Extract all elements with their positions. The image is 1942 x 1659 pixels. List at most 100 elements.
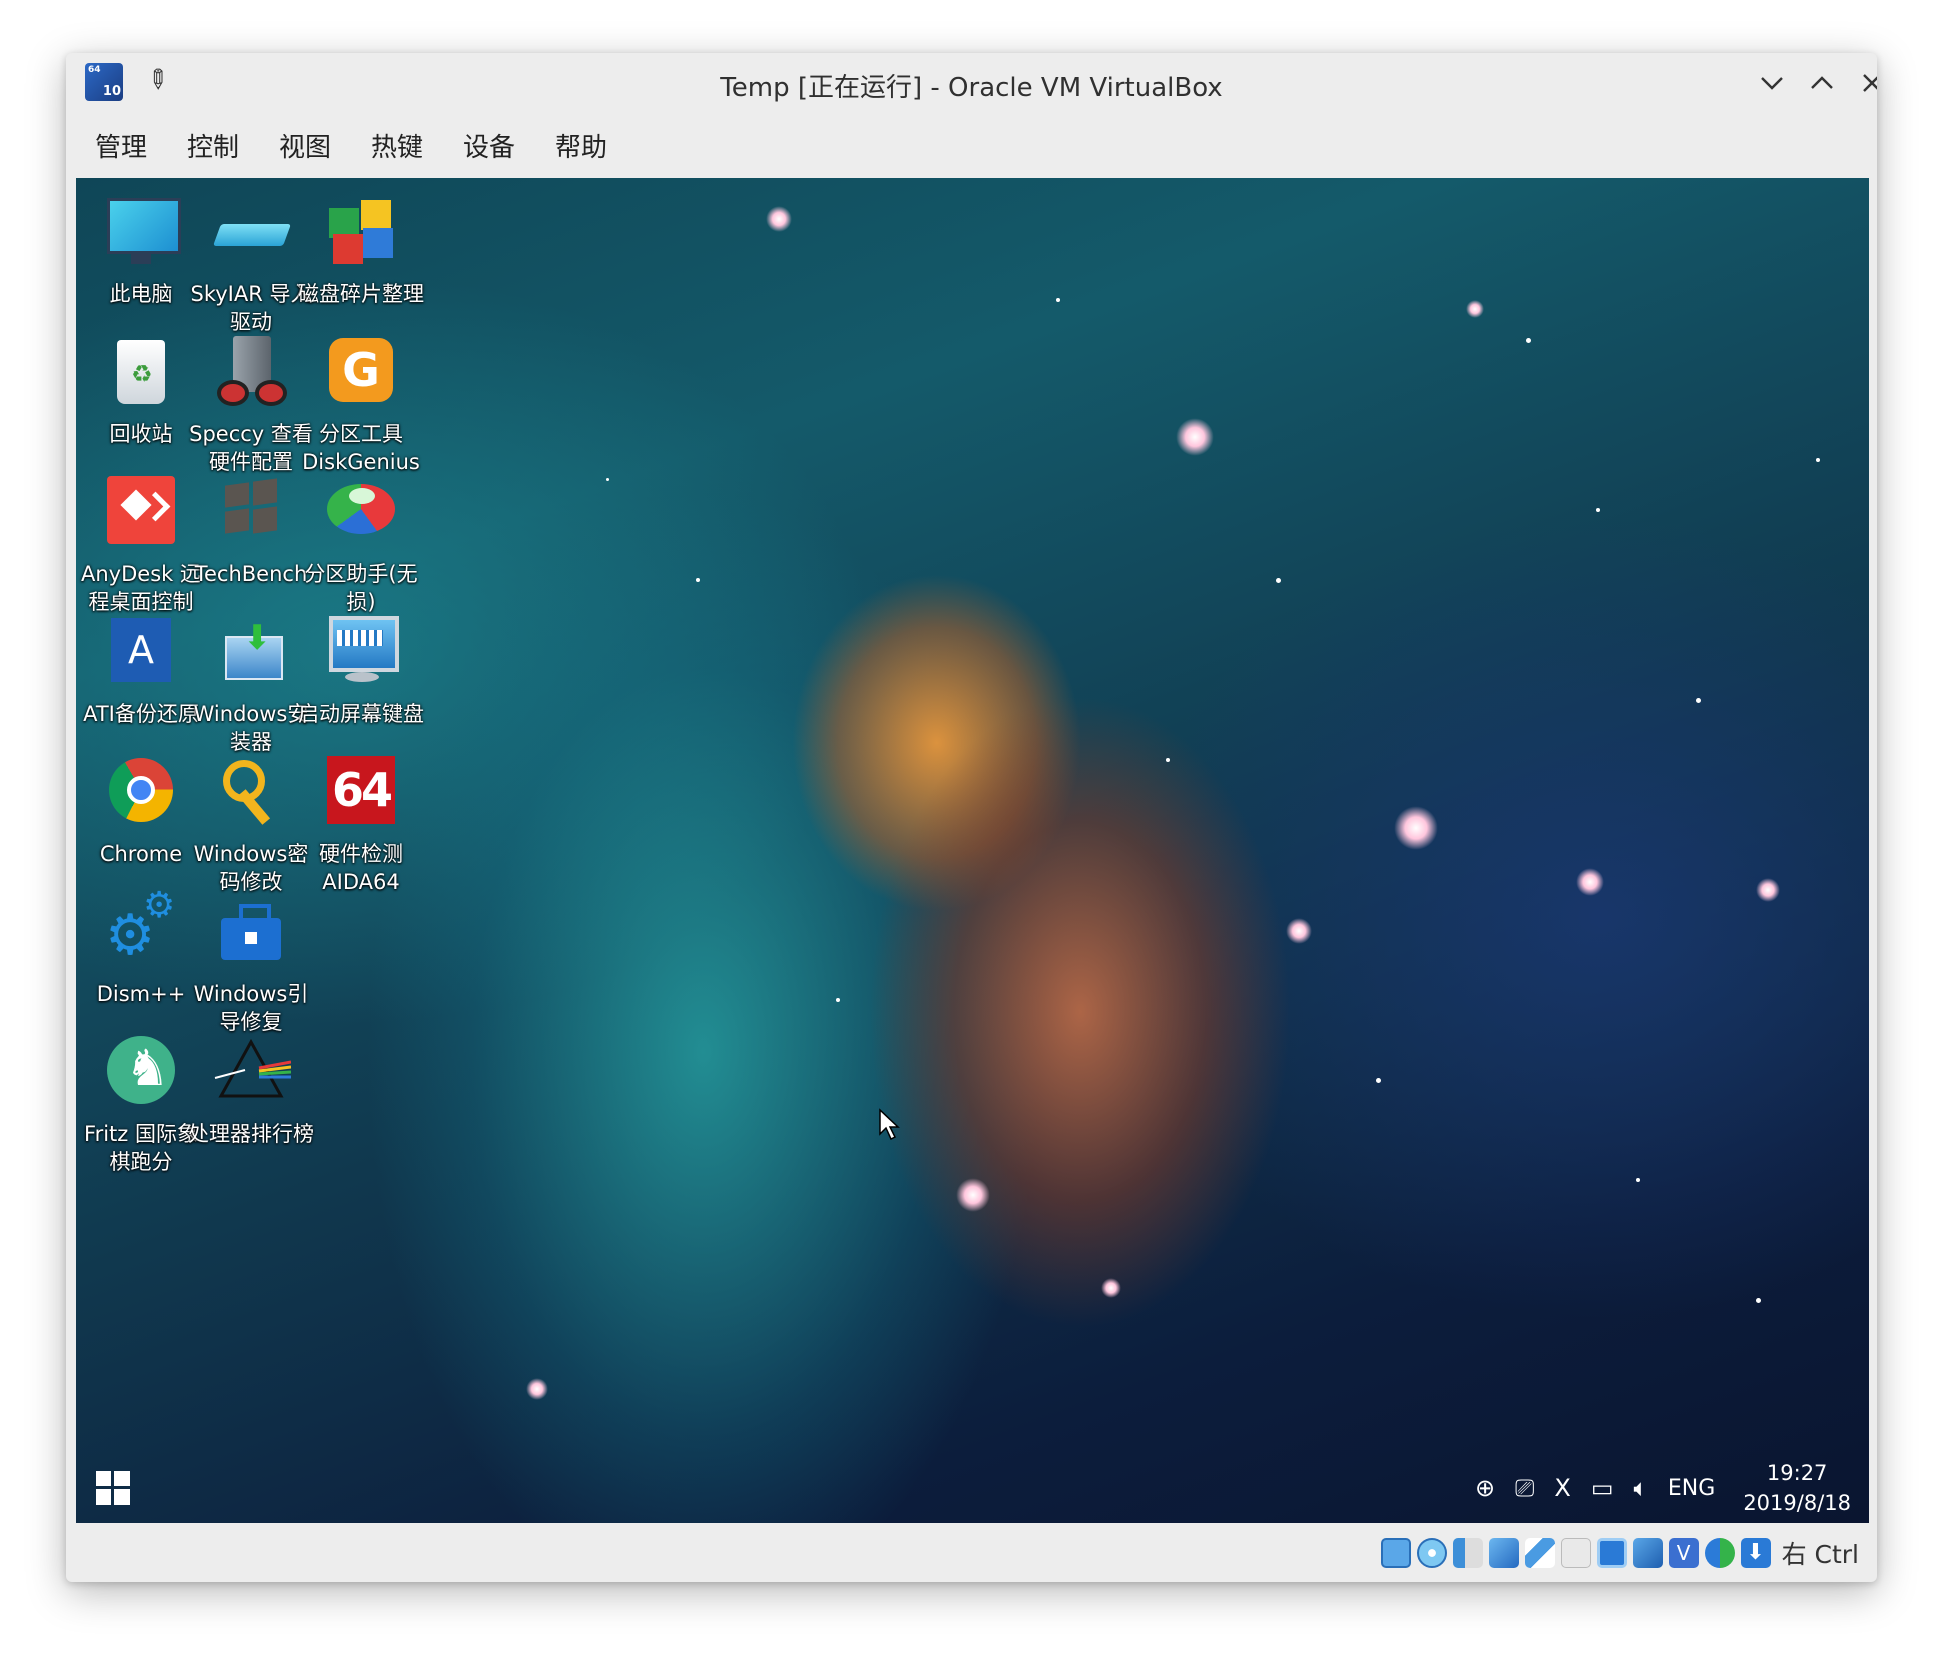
hard-disk-icon[interactable] xyxy=(1380,1538,1411,1568)
menu-control[interactable]: 控制 xyxy=(187,127,239,164)
volume-icon[interactable]: 🔈︎ xyxy=(1634,1474,1648,1502)
nebula-star xyxy=(1166,758,1170,762)
speccy-icon xyxy=(211,334,291,414)
recycle-bin-icon: ♻ xyxy=(101,334,181,414)
download-arrow-icon[interactable]: ⬇ xyxy=(1740,1538,1771,1568)
desktop-icon-label: 分区工具 DiskGenius xyxy=(302,422,420,474)
onscreen-keyboard-icon xyxy=(321,614,401,694)
menu-help[interactable]: 帮助 xyxy=(555,127,607,164)
device-status-icons: V ⬇ 右 Ctrl xyxy=(1378,1535,1859,1571)
virtualbox-window: 64 10 ✎ Temp [正在运行] - Oracle VM VirtualB… xyxy=(66,53,1877,1582)
prism-icon xyxy=(211,1034,292,1114)
nebula-star xyxy=(1596,508,1600,512)
fritz-chess-icon: ♞ xyxy=(101,1034,181,1114)
nebula-star xyxy=(1816,458,1820,462)
desktop-icon-diskgenius[interactable]: G 分区工具 DiskGenius xyxy=(296,334,426,476)
battery-icon[interactable]: ▭ xyxy=(1591,1474,1614,1502)
nebula-star xyxy=(1286,918,1312,944)
status-bar: V ⬇ 右 Ctrl xyxy=(66,1525,1877,1581)
boot-repair-toolbox-icon xyxy=(211,894,291,974)
vm-display[interactable]: 此电脑 SkyIAR 导入 驱动 磁盘碎片整理 ♻ 回收站 Speccy 查看 … xyxy=(76,178,1869,1523)
chrome-icon xyxy=(101,754,181,834)
nebula-star xyxy=(1101,1278,1121,1298)
windows-taskbar: ⊕ ⎚ Ⅹ ▭ 🔈︎ ENG 19:27 2019/8/18 xyxy=(76,1453,1869,1523)
network-icon[interactable] xyxy=(1488,1538,1519,1568)
network-globe-icon[interactable]: ⊕ xyxy=(1475,1474,1495,1502)
shared-folder-icon[interactable] xyxy=(1560,1538,1591,1568)
windows-start-button[interactable] xyxy=(96,1471,130,1505)
anydesk-icon xyxy=(101,474,181,554)
host-key-label[interactable]: 右 Ctrl xyxy=(1782,1535,1859,1571)
aida64-icon: 64 xyxy=(321,754,401,834)
optical-disk-icon[interactable] xyxy=(1416,1538,1447,1568)
clock[interactable]: 19:27 2019/8/18 xyxy=(1743,1458,1851,1518)
disk-defrag-icon xyxy=(321,194,401,274)
window-title: Temp [正在运行] - Oracle VM VirtualBox xyxy=(720,73,1223,103)
drive-import-icon xyxy=(211,194,292,274)
desktop-icon-label: 硬件检测 AIDA64 xyxy=(319,842,403,894)
menu-view[interactable]: 视图 xyxy=(279,127,331,164)
menu-manage[interactable]: 管理 xyxy=(95,127,147,164)
usb-icon[interactable] xyxy=(1524,1538,1555,1568)
nebula-star xyxy=(1466,300,1484,318)
desktop-icon-onscreen-keyboard[interactable]: 启动屏幕键盘 xyxy=(296,614,426,728)
menu-hotkeys[interactable]: 热键 xyxy=(371,127,423,164)
chevron-up-icon xyxy=(1811,76,1833,89)
clock-date: 2019/8/18 xyxy=(1743,1491,1851,1515)
minimize-button[interactable] xyxy=(1750,61,1794,105)
title-bar: 64 10 ✎ Temp [正在运行] - Oracle VM VirtualB… xyxy=(66,53,1877,115)
nebula-star xyxy=(526,1378,548,1400)
system-tray: ⊕ ⎚ Ⅹ ▭ 🔈︎ ENG 19:27 2019/8/18 xyxy=(1465,1453,1851,1523)
ati-backup-icon: A xyxy=(101,614,181,694)
menu-devices[interactable]: 设备 xyxy=(463,127,515,164)
close-icon xyxy=(1863,74,1877,92)
computer-icon xyxy=(101,194,181,274)
mouse-cursor-icon xyxy=(879,1108,900,1141)
nebula-star xyxy=(1756,1298,1761,1303)
menu-bar: 管理 控制 视图 热键 设备 帮助 xyxy=(66,115,1877,169)
desktop-icon-label: 磁盘碎片整理 xyxy=(298,282,424,306)
video-capture-icon[interactable] xyxy=(1632,1538,1663,1568)
desktop-icon-cpu-ranking[interactable]: 处理器排行榜 xyxy=(186,1034,316,1148)
close-button[interactable] xyxy=(1850,61,1877,105)
nebula-star xyxy=(1756,878,1780,902)
nebula-star xyxy=(1276,578,1281,583)
virtualization-icon[interactable]: V xyxy=(1668,1538,1699,1568)
x-icon[interactable]: Ⅹ xyxy=(1554,1474,1570,1502)
nebula-star xyxy=(1056,298,1060,302)
nebula-star xyxy=(696,578,700,582)
chevron-down-icon xyxy=(1761,77,1783,90)
nebula-star xyxy=(1394,806,1438,850)
nebula-star xyxy=(1376,1078,1381,1083)
nebula-star xyxy=(606,478,609,481)
partition-assistant-icon xyxy=(321,474,401,554)
desktop-icon-aida64[interactable]: 64 硬件检测 AIDA64 xyxy=(296,754,426,896)
nebula-star xyxy=(1696,698,1701,703)
desktop-icon-label: 处理器排行榜 xyxy=(188,1122,314,1146)
windows-installer-icon: ⬇ xyxy=(211,614,291,694)
audio-icon[interactable] xyxy=(1452,1538,1483,1568)
nebula-star xyxy=(1176,418,1214,456)
nebula-star xyxy=(1576,868,1604,896)
nebula-star xyxy=(766,206,792,232)
nebula-star xyxy=(1636,1178,1640,1182)
clock-time: 19:27 xyxy=(1766,1461,1828,1485)
language-indicator[interactable]: ENG xyxy=(1668,1476,1715,1501)
display-status-icon[interactable] xyxy=(1596,1538,1627,1568)
nebula-star xyxy=(836,998,840,1002)
desktop-icon-label: Windows引 导修复 xyxy=(193,982,309,1034)
guest-additions-icon[interactable] xyxy=(1704,1538,1735,1568)
desktop-icon-defrag[interactable]: 磁盘碎片整理 xyxy=(296,194,426,308)
techbench-icon xyxy=(211,474,291,554)
desktop-icon-label: 分区助手(无 损) xyxy=(304,562,418,614)
nebula-star xyxy=(956,1178,990,1212)
password-key-icon xyxy=(211,754,291,834)
display-icon[interactable]: ⎚ xyxy=(1515,1474,1534,1502)
desktop-icon-boot-repair[interactable]: Windows引 导修复 xyxy=(186,894,316,1036)
desktop-icon-label: 启动屏幕键盘 xyxy=(298,702,424,726)
dism-gear-icon: ⚙ ⚙ xyxy=(105,885,176,968)
diskgenius-icon: G xyxy=(321,334,401,414)
maximize-button[interactable] xyxy=(1800,61,1844,105)
desktop-icon-partition-assistant[interactable]: 分区助手(无 损) xyxy=(296,474,426,616)
nebula-star xyxy=(1526,338,1531,343)
